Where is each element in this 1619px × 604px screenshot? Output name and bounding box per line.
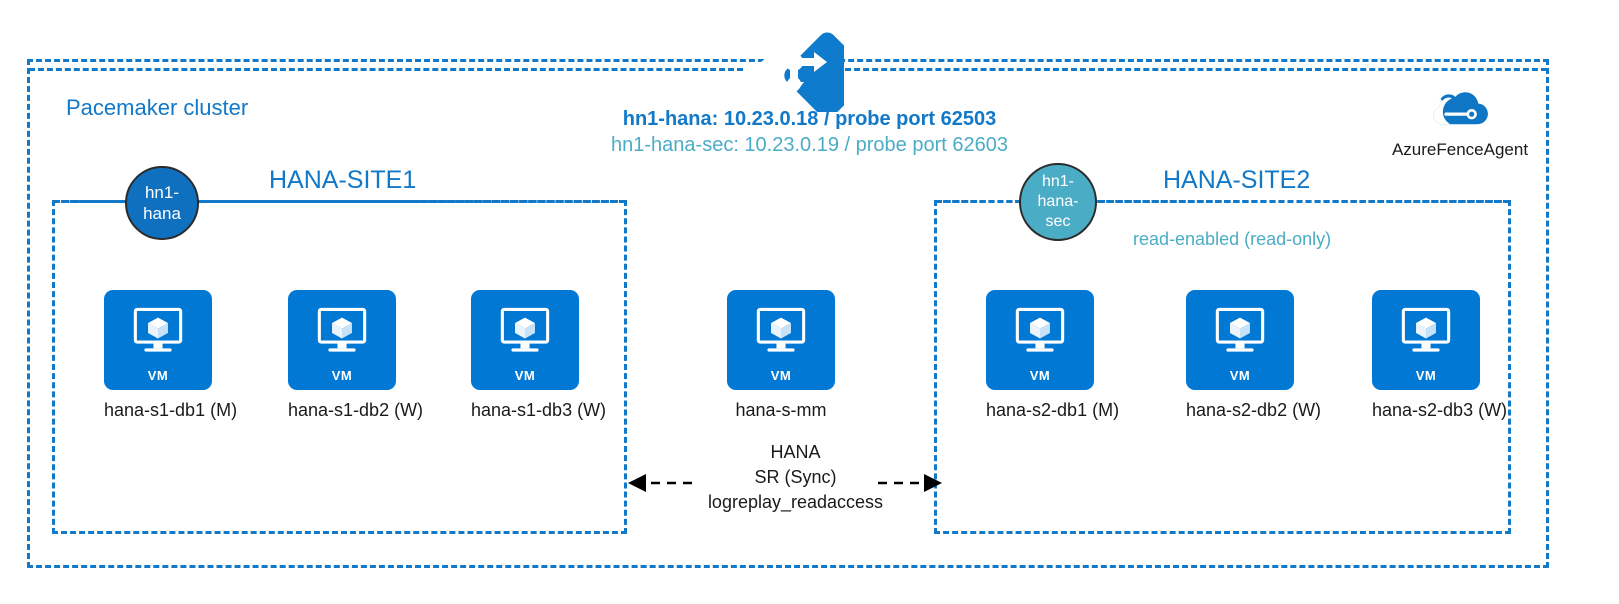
- vm-tile[interactable]: VM: [471, 290, 579, 390]
- node-badge-hn1-hana-sec: hn1- hana- sec: [1019, 163, 1097, 241]
- vm-hana-s2-db2[interactable]: VM hana-s2-db2 (W): [1186, 290, 1322, 421]
- vm-label: hana-s1-db2 (W): [288, 400, 424, 420]
- vm-tile-text: VM: [147, 368, 169, 383]
- vm-hana-s1-db2[interactable]: VM hana-s1-db2 (W): [288, 290, 424, 421]
- vm-tile-text: VM: [1415, 368, 1437, 383]
- node-badge-hn1-hana-sec-text: hn1- hana- sec: [1038, 172, 1079, 232]
- read-enabled-note: read-enabled (read-only): [1133, 229, 1332, 249]
- vm-label: hana-s2-db1 (M): [986, 400, 1120, 420]
- vm-tile[interactable]: VM: [1186, 290, 1294, 390]
- vm-label: hana-s2-db2 (W): [1186, 400, 1322, 420]
- pacemaker-cluster-label: Pacemaker cluster: [66, 95, 249, 120]
- vm-label: hana-s-mm: [735, 400, 827, 420]
- vm-tile-text: VM: [331, 368, 353, 383]
- badge-line: hn1-: [144, 183, 179, 202]
- badge-line: hana-: [1037, 193, 1079, 210]
- vm-hana-s1-db3[interactable]: VM hana-s1-db3 (W): [471, 290, 607, 421]
- vip-line-left: [29, 68, 743, 71]
- virtual-machine-icon: [1401, 307, 1451, 352]
- vm-tile-text: VM: [1229, 368, 1251, 383]
- azure-fence-agent-label: AzureFenceAgent: [1391, 140, 1529, 159]
- vm-label: hana-s1-db3 (W): [471, 400, 607, 420]
- virtual-machine-icon: [1215, 307, 1265, 352]
- virtual-machine-icon: [133, 307, 183, 352]
- hana-site1-title: HANA-SITE1: [269, 166, 417, 194]
- virtual-machine-icon: [500, 307, 550, 352]
- hana-replication-text: HANA SR (Sync) logreplay_readaccess: [638, 440, 953, 515]
- vm-tile-text: VM: [770, 368, 792, 383]
- node-badge-hn1-hana: hn1- hana: [125, 166, 199, 240]
- azure-fence-agent: AzureFenceAgent: [1380, 84, 1540, 160]
- hana-site2-title: HANA-SITE2: [1163, 166, 1311, 194]
- vm-tile[interactable]: VM: [104, 290, 212, 390]
- virtual-machine-icon: [317, 307, 367, 352]
- replication-line-1: HANA: [770, 442, 821, 462]
- vm-tile-text: VM: [514, 368, 536, 383]
- replication-line-3: logreplay_readaccess: [707, 492, 884, 512]
- vm-tile[interactable]: VM: [1372, 290, 1480, 390]
- badge-line: hana: [143, 204, 181, 223]
- vm-tile[interactable]: VM: [727, 290, 835, 390]
- node-badge-hn1-hana-text: hn1- hana: [143, 182, 181, 224]
- vip-line-right: [845, 68, 1547, 71]
- vm-tile[interactable]: VM: [986, 290, 1094, 390]
- badge-line: sec: [1045, 213, 1071, 230]
- replication-line-2: SR (Sync): [754, 467, 837, 487]
- virtual-machine-icon: [1015, 307, 1065, 352]
- vm-tile[interactable]: VM: [288, 290, 396, 390]
- virtual-machine-icon: [756, 307, 806, 352]
- badge-line: hn1-: [1041, 173, 1074, 190]
- load-balancer-icon: [744, 12, 871, 119]
- diagram-canvas: Pacemaker cluster hn1-hana: 10.23.0.18 /…: [0, 0, 1619, 604]
- vm-label: hana-s1-db1 (M): [104, 400, 238, 420]
- vm-hana-s2-db1[interactable]: VM hana-s2-db1 (M): [986, 290, 1120, 421]
- vm-hana-s-mm[interactable]: VM hana-s-mm: [727, 290, 835, 421]
- vm-label: hana-s2-db3 (W): [1372, 400, 1508, 420]
- vm-hana-s2-db3[interactable]: VM hana-s2-db3 (W): [1372, 290, 1508, 421]
- azure-cloud-icon: [1433, 92, 1488, 125]
- vm-hana-s1-db1[interactable]: VM hana-s1-db1 (M): [104, 290, 238, 421]
- vm-tile-text: VM: [1029, 368, 1051, 383]
